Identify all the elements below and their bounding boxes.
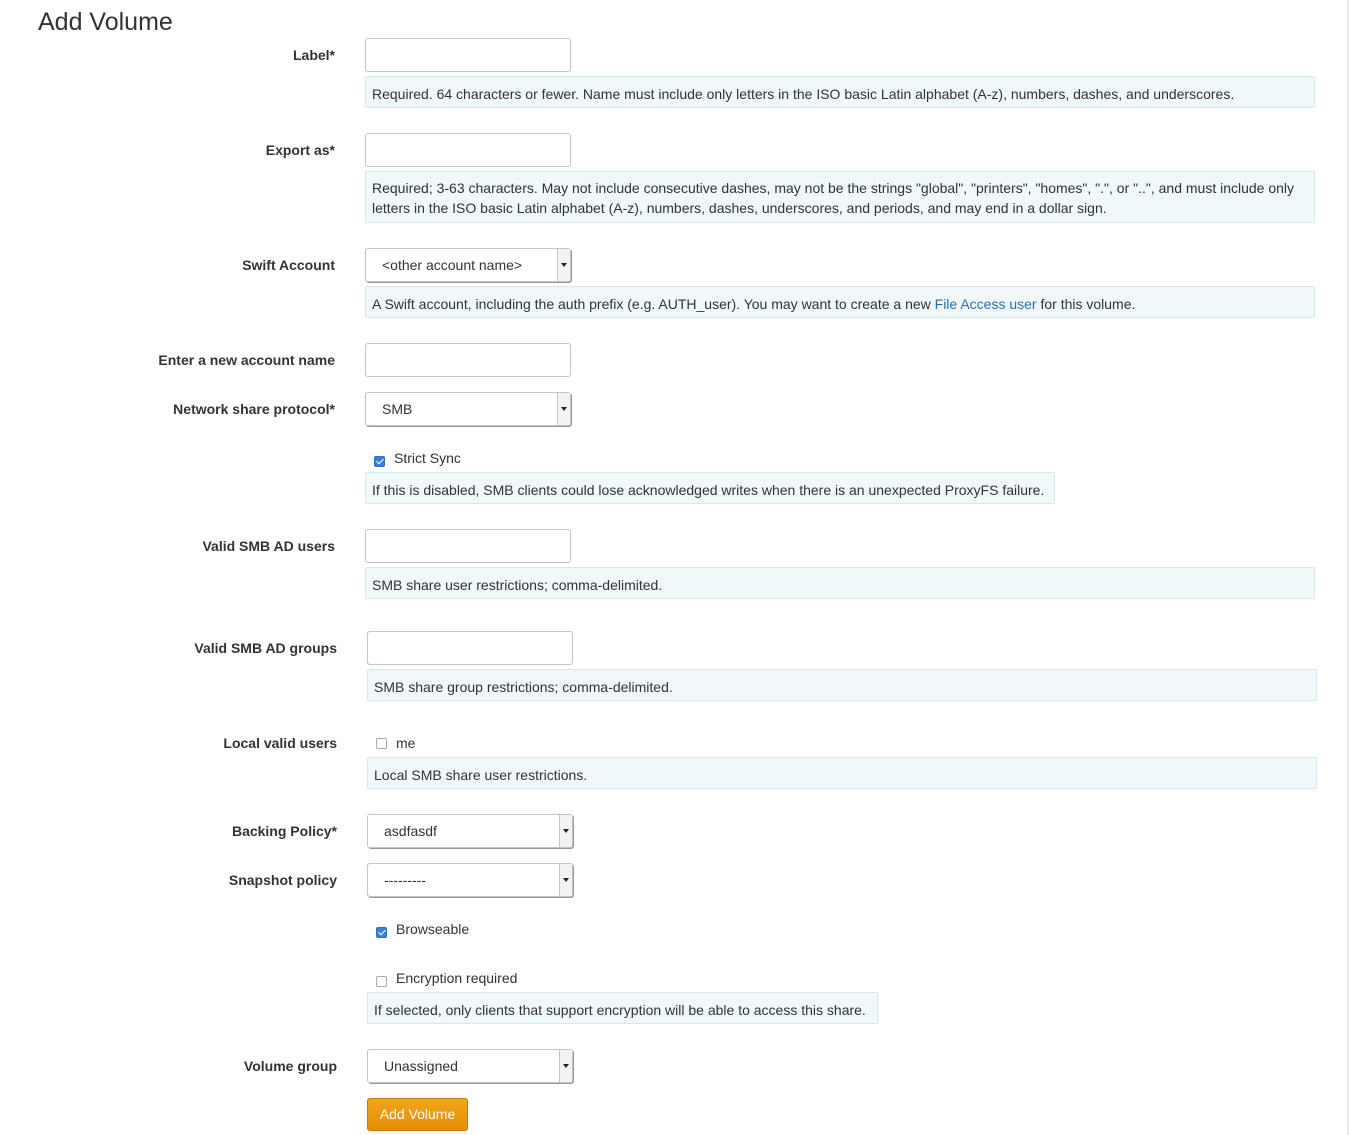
valid-smb-ad-groups-help: SMB share group restrictions; comma-deli… — [367, 669, 1317, 701]
valid-smb-ad-users-help: SMB share user restrictions; comma-delim… — [365, 567, 1315, 599]
new-account-name-field-label: Enter a new account name — [158, 352, 335, 368]
network-share-protocol-selected: SMB — [382, 401, 413, 417]
page-right-border — [1347, 0, 1349, 1135]
add-volume-button[interactable]: Add Volume — [367, 1098, 468, 1131]
new-account-name-input[interactable] — [365, 343, 571, 377]
backing-policy-select[interactable]: asdfasdf — [367, 814, 573, 848]
swift-account-field-label: Swift Account — [242, 257, 335, 273]
local-user-me-label: me — [396, 735, 416, 751]
local-valid-users-help: Local SMB share user restrictions. — [367, 757, 1317, 789]
valid-smb-ad-users-field-label: Valid SMB AD users — [202, 538, 335, 554]
valid-smb-ad-users-input[interactable] — [365, 529, 571, 563]
local-valid-users-field-label: Local valid users — [223, 735, 337, 751]
swift-account-help-text: A Swift account, including the auth pref… — [372, 296, 935, 312]
swift-account-help-text-end: for this volume. — [1036, 296, 1136, 312]
file-access-user-link[interactable]: File Access user — [935, 296, 1037, 312]
export-as-field-label: Export as* — [265, 142, 335, 158]
backing-policy-field-label: Backing Policy* — [231, 823, 337, 839]
chevron-down-icon — [559, 864, 572, 896]
chevron-down-icon — [557, 393, 570, 425]
chevron-down-icon — [557, 249, 570, 281]
label-input[interactable] — [365, 38, 571, 72]
snapshot-policy-select[interactable]: --------- — [367, 863, 573, 897]
page-title: Add Volume — [38, 8, 173, 36]
export-as-help: Required; 3-63 characters. May not inclu… — [365, 171, 1315, 223]
export-as-input[interactable] — [365, 133, 571, 167]
volume-group-selected: Unassigned — [384, 1058, 458, 1074]
volume-group-field-label: Volume group — [243, 1058, 337, 1074]
encryption-required-help: If selected, only clients that support e… — [367, 992, 878, 1024]
snapshot-policy-selected: --------- — [384, 872, 426, 888]
label-field-label: Label* — [292, 47, 335, 63]
strict-sync-label: Strict Sync — [394, 450, 461, 466]
volume-group-select[interactable]: Unassigned — [367, 1049, 573, 1083]
strict-sync-checkbox[interactable] — [374, 456, 385, 467]
network-share-protocol-field-label: Network share protocol* — [173, 401, 335, 417]
local-user-me-checkbox[interactable] — [376, 738, 387, 749]
network-share-protocol-select[interactable]: SMB — [365, 392, 571, 426]
swift-account-selected: <other account name> — [382, 257, 523, 273]
chevron-down-icon — [559, 1050, 572, 1082]
snapshot-policy-field-label: Snapshot policy — [228, 872, 337, 888]
browseable-label: Browseable — [396, 921, 470, 937]
encryption-required-label: Encryption required — [396, 970, 518, 986]
strict-sync-help: If this is disabled, SMB clients could l… — [365, 472, 1055, 504]
browseable-checkbox[interactable] — [376, 927, 387, 938]
swift-account-help: A Swift account, including the auth pref… — [365, 286, 1315, 318]
backing-policy-selected: asdfasdf — [384, 823, 437, 839]
chevron-down-icon — [559, 815, 572, 847]
label-help: Required. 64 characters or fewer. Name m… — [365, 76, 1315, 108]
swift-account-select[interactable]: <other account name> — [365, 248, 571, 282]
valid-smb-ad-groups-field-label: Valid SMB AD groups — [194, 640, 337, 656]
valid-smb-ad-groups-input[interactable] — [367, 631, 573, 665]
encryption-required-checkbox[interactable] — [376, 976, 387, 987]
